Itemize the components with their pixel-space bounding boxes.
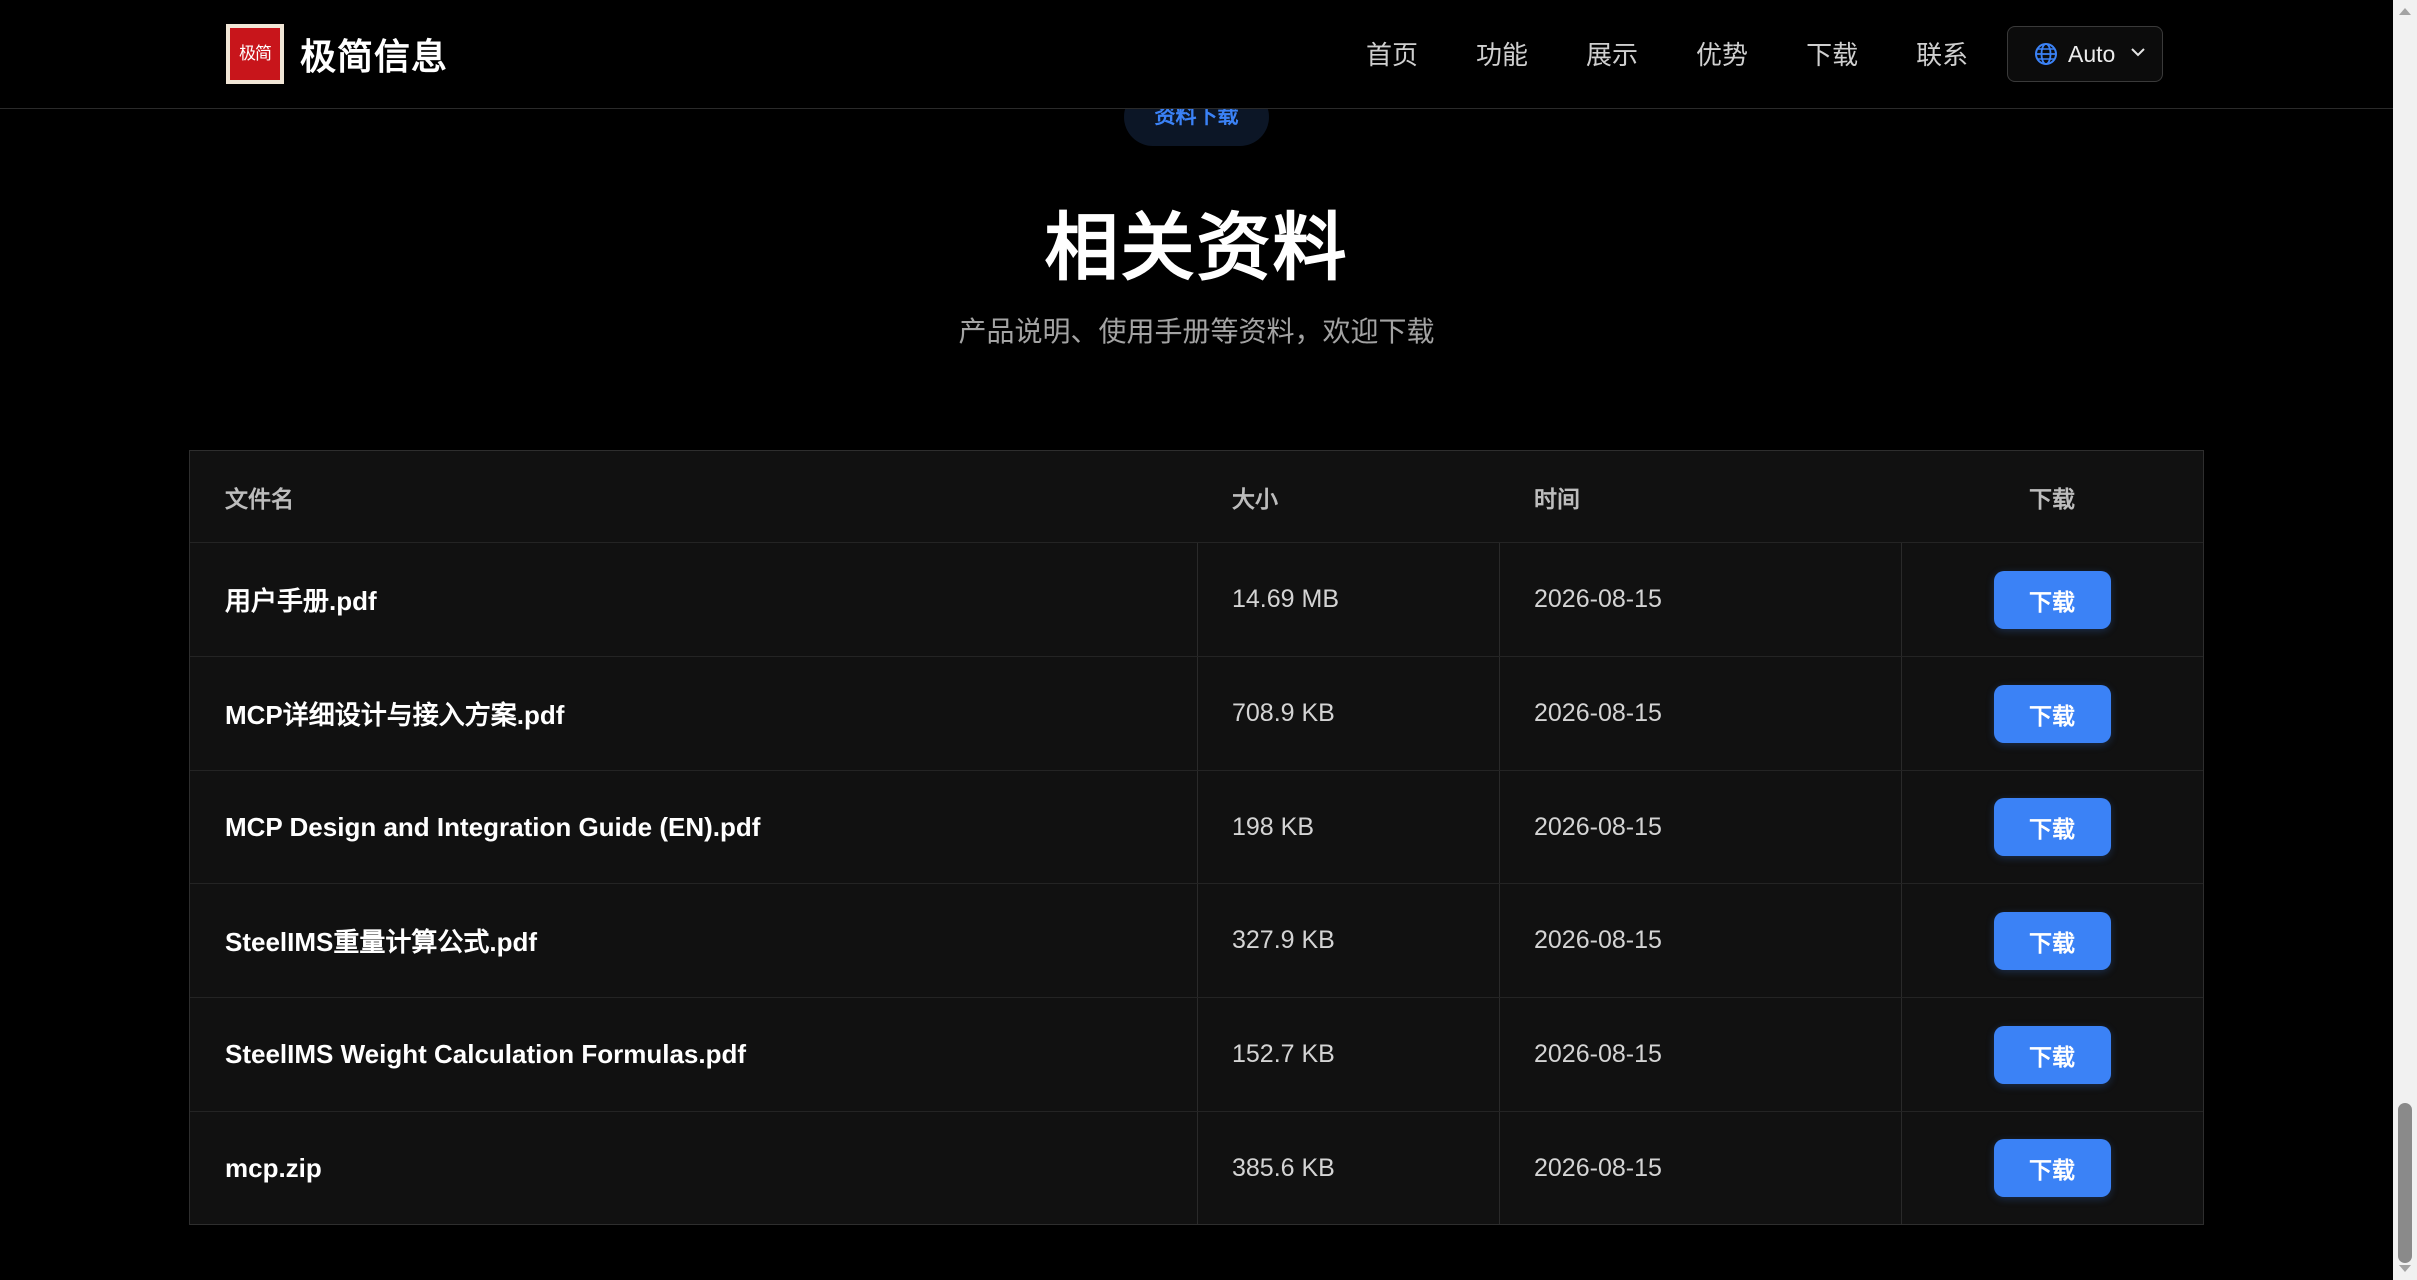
nav-link-download[interactable]: 下载 xyxy=(1806,35,1858,72)
file-name: MCP详细设计与接入方案.pdf xyxy=(225,700,565,730)
scroll-down-arrow[interactable] xyxy=(2399,1265,2411,1272)
header-filename: 文件名 xyxy=(225,486,294,513)
header-date: 时间 xyxy=(1534,486,1580,513)
page: 极简 极简信息 首页 功能 展示 优势 下载 联系 Auto 资料下载 相关资料… xyxy=(0,0,2417,1280)
scroll-up-arrow[interactable] xyxy=(2399,8,2411,15)
file-date: 2026-08-15 xyxy=(1534,585,1662,613)
language-select[interactable]: Auto xyxy=(2007,26,2163,82)
file-size: 14.69 MB xyxy=(1232,585,1340,613)
table-row: 用户手册.pdf 14.69 MB 2026-08-15 下载 xyxy=(190,543,2203,657)
nav-links: 首页 功能 展示 优势 下载 联系 xyxy=(1366,35,1968,72)
file-name: SteelIMS重量计算公式.pdf xyxy=(225,927,538,957)
brand-name: 极简信息 xyxy=(300,37,449,78)
table-row: MCP Design and Integration Guide (EN).pd… xyxy=(190,771,2203,884)
file-date: 2026-08-15 xyxy=(1534,1040,1662,1068)
download-button[interactable]: 下载 xyxy=(1993,1025,2111,1084)
file-date: 2026-08-15 xyxy=(1534,926,1662,954)
table-row: SteelIMS Weight Calculation Formulas.pdf… xyxy=(190,998,2203,1112)
download-button[interactable]: 下载 xyxy=(1993,684,2111,743)
top-navbar: 极简 极简信息 首页 功能 展示 优势 下载 联系 Auto xyxy=(0,0,2393,109)
brand[interactable]: 极简 极简信息 xyxy=(226,24,448,84)
nav-link-advantages[interactable]: 优势 xyxy=(1696,35,1748,72)
file-name: mcp.zip xyxy=(225,1152,322,1183)
section-subtitle: 产品说明、使用手册等资料，欢迎下载 xyxy=(958,315,1435,348)
header-size: 大小 xyxy=(1232,486,1278,513)
nav-link-home[interactable]: 首页 xyxy=(1366,35,1418,72)
section-title: 相关资料 xyxy=(1044,205,1349,291)
downloads-table: 文件名 大小 时间 下载 用户手册.pdf 14.69 MB 2026-08-1… xyxy=(189,450,2204,1225)
file-size: 327.9 KB xyxy=(1232,926,1335,954)
nav-link-contact[interactable]: 联系 xyxy=(1916,35,1968,72)
file-date: 2026-08-15 xyxy=(1534,812,1662,841)
language-label: Auto xyxy=(2068,40,2116,67)
file-size: 152.7 KB xyxy=(1232,1040,1335,1068)
download-button[interactable]: 下载 xyxy=(1993,798,2111,856)
page-scrollbar[interactable] xyxy=(2393,0,2417,1280)
file-size: 708.9 KB xyxy=(1232,699,1335,727)
table-header-row: 文件名 大小 时间 下载 xyxy=(190,451,2203,543)
file-name: SteelIMS Weight Calculation Formulas.pdf xyxy=(225,1039,747,1069)
nav-link-features[interactable]: 功能 xyxy=(1476,35,1528,72)
download-button[interactable]: 下载 xyxy=(1993,911,2111,970)
file-date: 2026-08-15 xyxy=(1534,1153,1662,1182)
brand-logo: 极简 xyxy=(226,24,284,84)
file-date: 2026-08-15 xyxy=(1534,699,1662,727)
table-row: SteelIMS重量计算公式.pdf 327.9 KB 2026-08-15 下… xyxy=(190,884,2203,998)
download-button[interactable]: 下载 xyxy=(1993,1139,2111,1197)
header-download: 下载 xyxy=(2029,486,2075,513)
scrollbar-thumb[interactable] xyxy=(2398,1103,2412,1263)
file-name: 用户手册.pdf xyxy=(225,586,377,616)
file-size: 198 KB xyxy=(1232,812,1315,841)
table-row: MCP详细设计与接入方案.pdf 708.9 KB 2026-08-15 下载 xyxy=(190,657,2203,771)
download-button[interactable]: 下载 xyxy=(1993,570,2111,629)
file-size: 385.6 KB xyxy=(1232,1153,1335,1182)
nav-link-showcase[interactable]: 展示 xyxy=(1586,35,1638,72)
table-row: mcp.zip 385.6 KB 2026-08-15 下载 xyxy=(190,1112,2203,1224)
file-name: MCP Design and Integration Guide (EN).pd… xyxy=(225,811,761,842)
chevron-down-icon xyxy=(2131,48,2145,57)
globe-icon xyxy=(2035,43,2057,65)
